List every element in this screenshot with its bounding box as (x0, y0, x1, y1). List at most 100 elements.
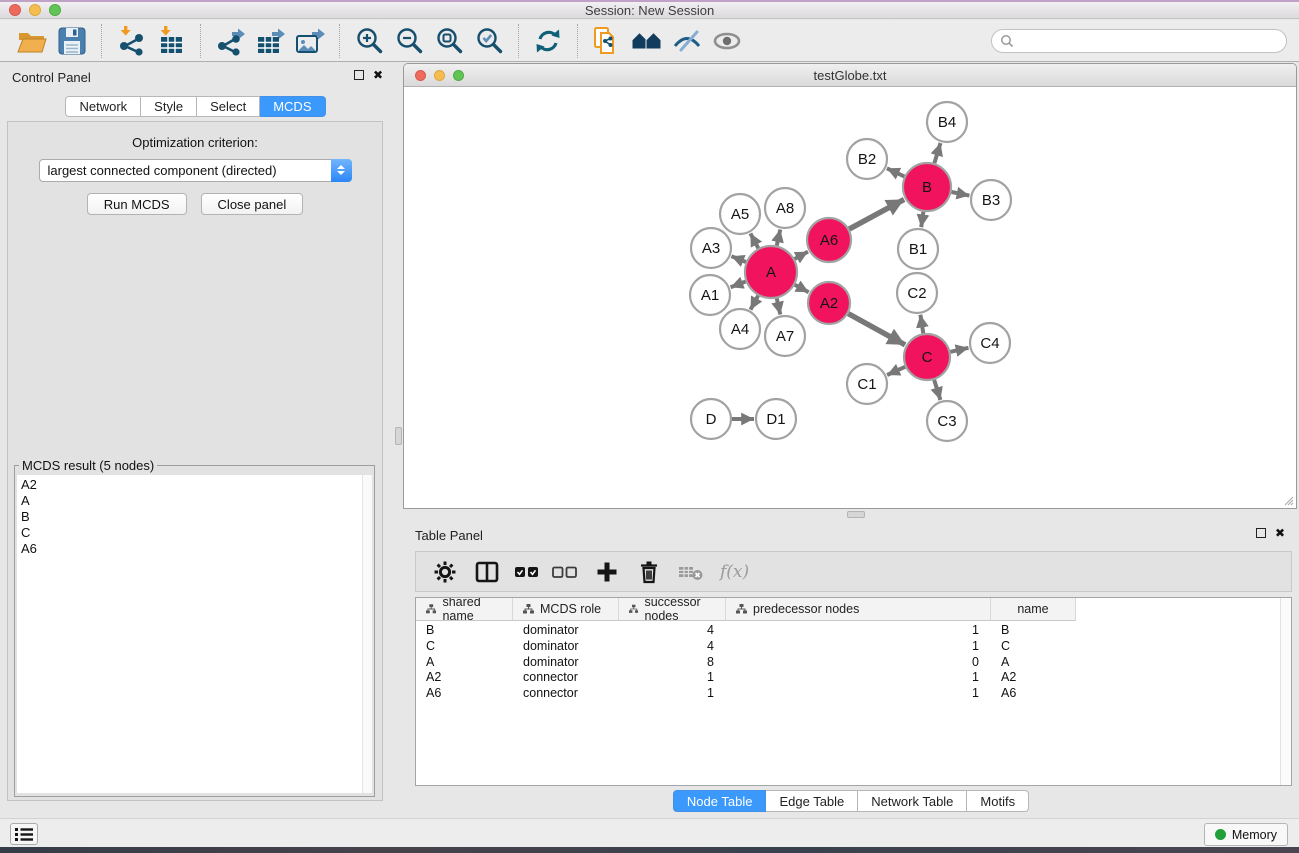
mcds-result-item[interactable]: A2 (21, 477, 362, 493)
apply-layout-button[interactable] (528, 23, 568, 59)
edge-C-C1[interactable] (887, 367, 905, 375)
search-box[interactable] (991, 29, 1287, 53)
node-B1[interactable]: B1 (898, 229, 938, 269)
edge-A2-C[interactable] (848, 314, 905, 345)
run-mcds-button[interactable]: Run MCDS (87, 193, 187, 215)
node-C[interactable]: C (904, 334, 950, 380)
zoom-out-button[interactable] (389, 23, 429, 59)
table-row[interactable]: Adominator80A (416, 655, 1291, 671)
resize-grip-icon[interactable] (1281, 493, 1294, 506)
export-image-button[interactable] (290, 23, 330, 59)
show-columns-button[interactable] (470, 556, 504, 588)
copy-document-button[interactable] (587, 23, 627, 59)
edge-C-C4[interactable] (950, 348, 968, 352)
float-panel-icon[interactable] (354, 70, 364, 80)
table-row[interactable]: A6connector11A6 (416, 686, 1291, 702)
tab-style[interactable]: Style (141, 96, 197, 117)
hide-visibility-button[interactable] (667, 23, 707, 59)
node-B2[interactable]: B2 (847, 139, 887, 179)
node-D[interactable]: D (691, 399, 731, 439)
export-table-button[interactable] (250, 23, 290, 59)
tab-select[interactable]: Select (197, 96, 260, 117)
edge-A-A5[interactable] (750, 233, 758, 248)
edge-A-A3[interactable] (731, 256, 746, 262)
node-A[interactable]: A (745, 246, 797, 298)
network-canvas[interactable]: B4B2BB3A8A5A6B1A3AC2A1A2A4A7C4CC1C3DD1 (404, 88, 1296, 508)
close-panel-button[interactable]: Close panel (201, 193, 304, 215)
edge-A-A2[interactable] (795, 285, 809, 293)
close-panel-icon[interactable]: ✖ (373, 70, 383, 80)
search-input[interactable] (1015, 33, 1279, 48)
zoom-selected-button[interactable] (469, 23, 509, 59)
node-C2[interactable]: C2 (897, 273, 937, 313)
node-A2[interactable]: A2 (808, 282, 850, 324)
select-all-columns-button[interactable] (510, 556, 544, 588)
horizontal-splitter-handle[interactable] (847, 511, 865, 518)
network-window-titlebar[interactable]: testGlobe.txt (404, 64, 1296, 87)
tab-motifs[interactable]: Motifs (967, 790, 1029, 812)
mcds-result-item[interactable]: C (21, 525, 362, 541)
tab-network-table[interactable]: Network Table (858, 790, 967, 812)
node-A7[interactable]: A7 (765, 316, 805, 356)
maximize-network-window-button[interactable] (453, 70, 464, 81)
table-row[interactable]: A2connector11A2 (416, 670, 1291, 686)
create-column-button[interactable] (590, 556, 624, 588)
result-scrollbar[interactable] (362, 475, 372, 793)
node-B[interactable]: B (903, 163, 951, 211)
delete-column-button[interactable] (632, 556, 666, 588)
tab-mcds[interactable]: MCDS (260, 96, 325, 117)
zoom-fit-button[interactable] (429, 23, 469, 59)
open-session-button[interactable] (12, 23, 52, 59)
column-header-mcds-role[interactable]: MCDS role (513, 598, 619, 621)
minimize-window-button[interactable] (29, 4, 41, 16)
close-network-window-button[interactable] (415, 70, 426, 81)
edge-A6-B[interactable] (849, 199, 904, 229)
mcds-result-item[interactable]: A6 (21, 541, 362, 557)
column-header-shared-name[interactable]: shared name (416, 598, 513, 621)
edge-C-C3[interactable] (934, 380, 940, 400)
maximize-window-button[interactable] (49, 4, 61, 16)
close-table-panel-icon[interactable]: ✖ (1275, 528, 1285, 538)
edge-B-B2[interactable] (887, 168, 904, 176)
node-C1[interactable]: C1 (847, 364, 887, 404)
edge-A-A1[interactable] (731, 282, 746, 288)
edge-C-C2[interactable] (920, 315, 923, 334)
close-window-button[interactable] (9, 4, 21, 16)
float-table-panel-icon[interactable] (1256, 528, 1266, 538)
export-network-button[interactable] (210, 23, 250, 59)
edge-B-B3[interactable] (952, 192, 970, 196)
node-D1[interactable]: D1 (756, 399, 796, 439)
node-B4[interactable]: B4 (927, 102, 967, 142)
node-A6[interactable]: A6 (807, 218, 851, 262)
edge-A-A7[interactable] (777, 298, 781, 314)
node-B3[interactable]: B3 (971, 180, 1011, 220)
table-row[interactable]: Bdominator41B (416, 623, 1291, 639)
vertical-splitter-handle[interactable] (395, 427, 402, 445)
node-A1[interactable]: A1 (690, 275, 730, 315)
edge-A-A4[interactable] (751, 296, 759, 310)
tab-node-table[interactable]: Node Table (673, 790, 767, 812)
import-table-button[interactable] (151, 23, 191, 59)
delete-table-button[interactable] (674, 556, 708, 588)
task-history-button[interactable] (10, 823, 38, 845)
node-A8[interactable]: A8 (765, 188, 805, 228)
edge-B-B1[interactable] (921, 212, 923, 228)
import-network-button[interactable] (111, 23, 151, 59)
node-C4[interactable]: C4 (970, 323, 1010, 363)
minimize-network-window-button[interactable] (434, 70, 445, 81)
table-scrollbar[interactable] (1280, 598, 1291, 785)
tab-network[interactable]: Network (65, 96, 141, 117)
node-A5[interactable]: A5 (720, 194, 760, 234)
tab-edge-table[interactable]: Edge Table (766, 790, 858, 812)
node-A4[interactable]: A4 (720, 309, 760, 349)
edge-B-B4[interactable] (934, 143, 940, 163)
function-builder-button[interactable]: f(x) (714, 556, 755, 588)
column-header-predecessor-nodes[interactable]: predecessor nodes (726, 598, 991, 621)
home-views-button[interactable] (627, 23, 667, 59)
node-C3[interactable]: C3 (927, 401, 967, 441)
optimization-dropdown[interactable]: largest connected component (directed) (39, 159, 352, 182)
table-settings-button[interactable] (428, 556, 462, 588)
unselect-all-columns-button[interactable] (548, 556, 582, 588)
table-row[interactable]: Cdominator41C (416, 639, 1291, 655)
column-header-name[interactable]: name (991, 598, 1076, 621)
